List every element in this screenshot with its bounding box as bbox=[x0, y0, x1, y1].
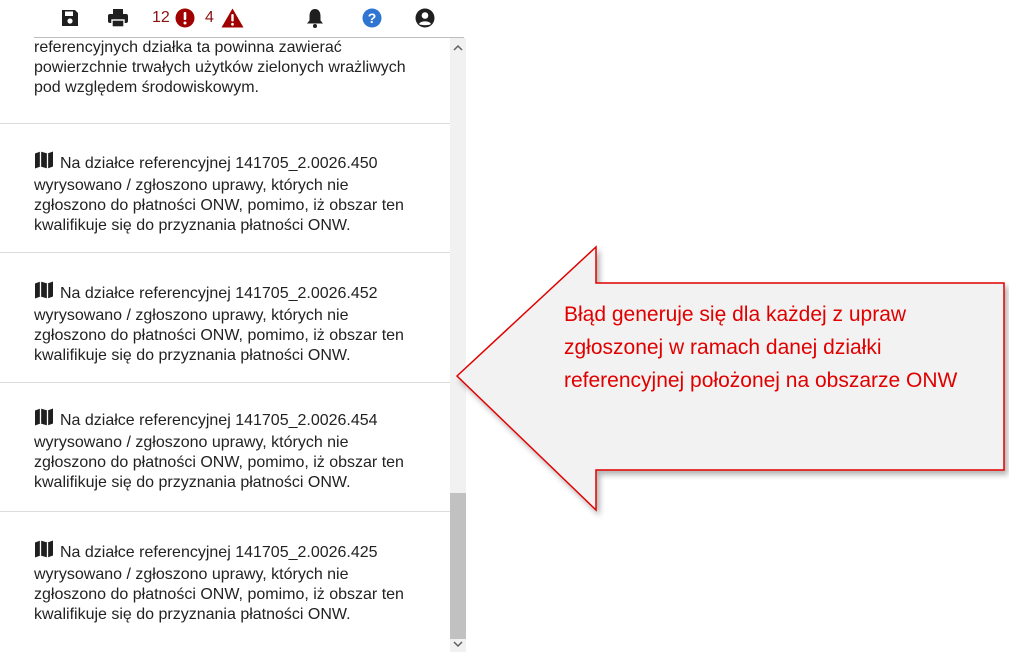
message-divider bbox=[0, 252, 450, 253]
message-text: referencyjnych działka ta powinna zawier… bbox=[34, 39, 406, 96]
map-icon bbox=[34, 539, 54, 565]
map-icon bbox=[34, 150, 54, 176]
error-counter[interactable]: 12 bbox=[152, 8, 195, 28]
message-text: Na działce referencyjnej 141705_2.0026.4… bbox=[34, 285, 404, 364]
message-item[interactable]: Na działce referencyjnej 141705_2.0026.4… bbox=[34, 150, 420, 236]
map-icon bbox=[34, 280, 54, 306]
message-item[interactable]: Na działce referencyjnej 141705_2.0026.4… bbox=[34, 407, 420, 493]
message-text: Na działce referencyjnej 141705_2.0026.4… bbox=[34, 412, 404, 491]
message-item: referencyjnych działka ta powinna zawier… bbox=[34, 38, 420, 98]
message-divider bbox=[0, 123, 450, 124]
messages-panel[interactable]: referencyjnych działka ta powinna zawier… bbox=[0, 38, 450, 652]
scrollbar-thumb[interactable] bbox=[450, 493, 466, 639]
scroll-up-arrow-icon[interactable] bbox=[452, 42, 464, 54]
message-text: Na działce referencyjnej 141705_2.0026.4… bbox=[34, 155, 404, 234]
help-icon[interactable]: ? bbox=[362, 8, 382, 28]
message-text: Na działce referencyjnej 141705_2.0026.4… bbox=[34, 544, 404, 623]
warning-count: 4 bbox=[205, 9, 214, 26]
callout-text: Błąd generuje się dla każdej z upraw zgł… bbox=[564, 303, 958, 392]
error-icon bbox=[175, 8, 195, 28]
message-item[interactable]: Na działce referencyjnej 141705_2.0026.4… bbox=[34, 539, 420, 625]
warning-counter[interactable]: 4 bbox=[205, 8, 244, 28]
print-icon[interactable] bbox=[107, 8, 129, 28]
map-icon bbox=[34, 407, 54, 433]
user-account-icon[interactable] bbox=[415, 8, 435, 28]
message-divider bbox=[0, 382, 450, 383]
scroll-down-arrow-icon[interactable] bbox=[452, 638, 464, 650]
toolbar: 12 4 ? bbox=[0, 0, 470, 34]
svg-text:?: ? bbox=[368, 10, 377, 26]
scrollbar[interactable] bbox=[450, 38, 466, 652]
message-divider bbox=[0, 511, 450, 512]
warning-icon bbox=[221, 8, 244, 28]
bell-icon[interactable] bbox=[306, 8, 324, 28]
save-icon[interactable] bbox=[60, 8, 80, 28]
error-count: 12 bbox=[152, 9, 170, 26]
message-item[interactable]: Na działce referencyjnej 141705_2.0026.4… bbox=[34, 280, 420, 366]
